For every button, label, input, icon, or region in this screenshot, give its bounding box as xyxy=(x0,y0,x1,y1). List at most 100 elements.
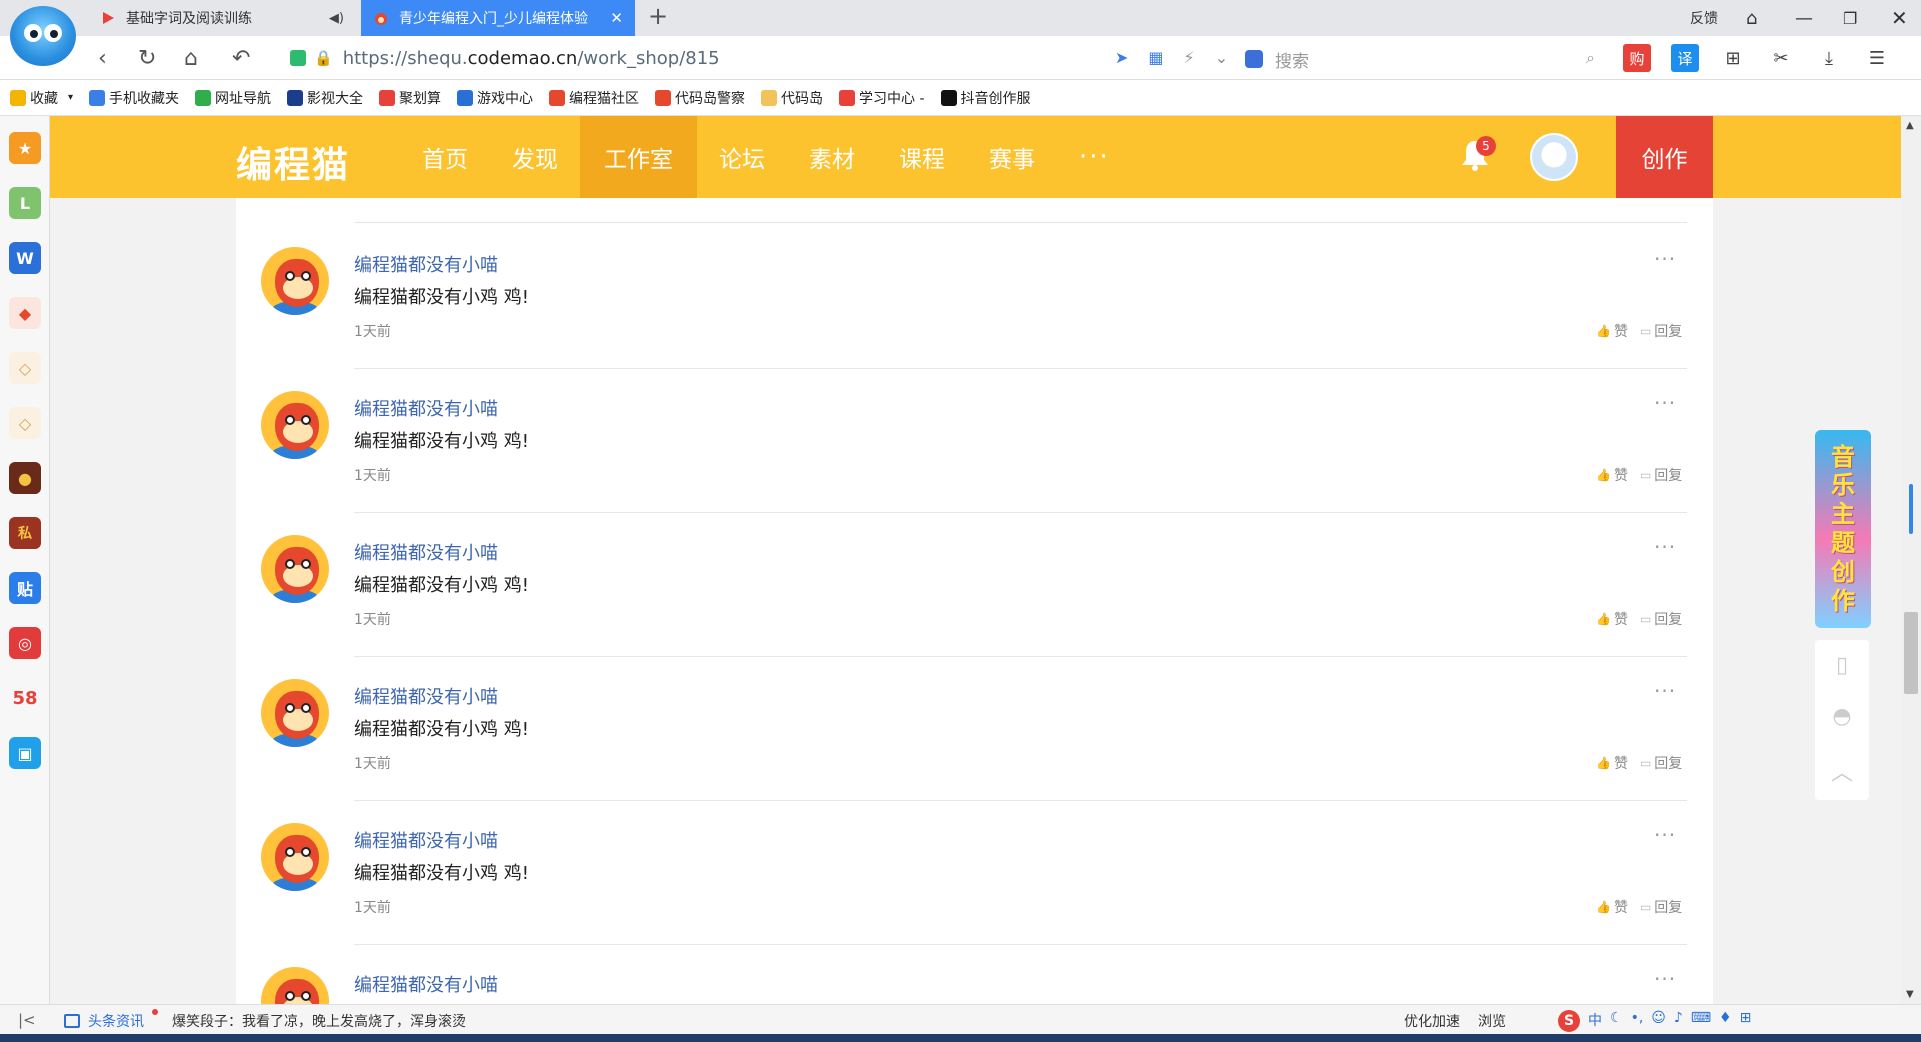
search-icon[interactable]: ⌕ xyxy=(1586,48,1595,68)
reply-button[interactable]: ▭ 回复 xyxy=(1640,465,1682,485)
more-options-icon[interactable]: ··· xyxy=(1654,247,1676,271)
history-app-icon[interactable]: L xyxy=(9,187,41,219)
bookmark-item[interactable]: 代码岛警察 xyxy=(655,88,745,108)
qrcode-icon[interactable]: ▦ xyxy=(1148,48,1163,67)
avatar[interactable] xyxy=(261,679,329,747)
nav-home[interactable]: 首页 xyxy=(400,116,490,198)
ime-mode[interactable]: 中 xyxy=(1588,1010,1602,1032)
reply-button[interactable]: ▭ 回复 xyxy=(1640,753,1682,773)
tab-reading[interactable]: 基础字词及阅读训练 ◀) xyxy=(88,0,356,36)
like-button[interactable]: 👍 赞 xyxy=(1596,465,1628,485)
bookmark-item[interactable]: 游戏中心 xyxy=(457,88,533,108)
bookmark-item[interactable]: 网址导航 xyxy=(195,88,271,108)
nav-materials[interactable]: 素材 xyxy=(787,116,877,198)
tools-icon[interactable]: ⊞ xyxy=(1740,1010,1752,1032)
box-app-icon[interactable]: ◇ xyxy=(9,352,41,384)
user-avatar[interactable] xyxy=(1530,133,1578,181)
url-input[interactable]: 🔒 https://shequ. codemao.cn/work_shop/815 xyxy=(290,42,1220,74)
scissors-icon[interactable]: ✂ xyxy=(1767,44,1795,72)
bookmark-item[interactable]: 影视大全 xyxy=(287,88,363,108)
game2-app-icon[interactable]: 私 xyxy=(9,517,41,549)
music-app-icon[interactable]: ◎ xyxy=(9,627,41,659)
keyboard-icon[interactable]: ⌨ xyxy=(1691,1010,1711,1032)
punct-icon[interactable]: •, xyxy=(1631,1010,1644,1032)
favorites-app-icon[interactable]: ★ xyxy=(9,132,41,164)
feedback-link[interactable]: 反馈 xyxy=(1690,0,1718,36)
create-button[interactable]: 创作 xyxy=(1616,116,1713,198)
tab-codemao[interactable]: 青少年编程入门_少儿编程体验 ✕ xyxy=(361,0,635,36)
comment-username[interactable]: 编程猫都没有小喵 xyxy=(354,539,498,565)
bookmark-favorites[interactable]: 收藏 ▾ xyxy=(10,88,73,108)
scroll-down-icon[interactable]: ▼ xyxy=(1906,989,1914,1000)
bookmark-item[interactable]: 学习中心 - xyxy=(839,88,925,108)
bilibili-app-icon[interactable]: ▣ xyxy=(9,737,41,769)
site-logo[interactable]: 编程猫 xyxy=(236,136,350,188)
sogou-ime-icon[interactable]: S xyxy=(1558,1010,1580,1032)
shopping-button[interactable]: 购 xyxy=(1623,44,1651,72)
like-button[interactable]: 👍 赞 xyxy=(1596,609,1628,629)
close-tab-icon[interactable]: ✕ xyxy=(610,9,623,27)
translate-button[interactable]: 译 xyxy=(1671,44,1699,72)
more-options-icon[interactable]: ··· xyxy=(1654,679,1676,703)
bookmark-item[interactable]: 抖音创作服 xyxy=(940,88,1031,108)
like-button[interactable]: 👍 赞 xyxy=(1596,753,1628,773)
page-scrollbar[interactable]: ▲ ▼ xyxy=(1901,116,1921,1004)
mic-icon[interactable]: ♪ xyxy=(1674,1010,1683,1032)
like-button[interactable]: 👍 赞 xyxy=(1596,897,1628,917)
skin-icon[interactable]: ⌂ xyxy=(1746,0,1757,36)
news-ticker[interactable]: 爆笑段子：我看了凉，晚上发高烧了，浑身滚烫 xyxy=(172,1011,466,1031)
avatar[interactable] xyxy=(261,391,329,459)
mobile-icon[interactable]: ▯ xyxy=(1836,653,1848,678)
comment-username[interactable]: 编程猫都没有小喵 xyxy=(354,683,498,709)
collapse-sidebar-icon[interactable]: |< xyxy=(18,1011,36,1029)
nav-workshop[interactable]: 工作室 xyxy=(580,116,697,198)
more-options-icon[interactable]: ··· xyxy=(1654,535,1676,559)
bookmark-item[interactable]: 编程猫社区 xyxy=(549,88,639,108)
reply-button[interactable]: ▭ 回复 xyxy=(1640,897,1682,917)
avatar[interactable] xyxy=(261,967,329,1004)
refresh-icon[interactable]: ↻ xyxy=(138,46,156,71)
avatar[interactable] xyxy=(261,535,329,603)
bookmark-item[interactable]: 代码岛 xyxy=(761,88,823,108)
news-button[interactable]: 头条资讯 xyxy=(64,1011,144,1031)
new-tab-button[interactable]: + xyxy=(648,2,668,30)
word-app-icon[interactable]: W xyxy=(9,242,41,274)
music-theme-banner[interactable]: 音 乐 主 题 创 作 xyxy=(1815,430,1871,628)
speedup-button[interactable]: 优化加速 xyxy=(1404,1011,1460,1031)
bookmark-item[interactable]: 手机收藏夹 xyxy=(89,88,179,108)
close-window-button[interactable]: ✕ xyxy=(1891,0,1908,36)
nav-discover[interactable]: 发现 xyxy=(490,116,580,198)
comment-username[interactable]: 编程猫都没有小喵 xyxy=(354,971,498,997)
comment-username[interactable]: 编程猫都没有小喵 xyxy=(354,395,498,421)
speaker-icon[interactable]: ◀) xyxy=(329,11,344,26)
avatar[interactable] xyxy=(261,823,329,891)
shirt-icon[interactable]: ♦ xyxy=(1719,1010,1732,1032)
restore-button[interactable]: ❐ xyxy=(1843,0,1857,36)
nav-contests[interactable]: 赛事 xyxy=(967,116,1057,198)
apps-icon[interactable]: ⊞ xyxy=(1719,44,1747,72)
58-app-icon[interactable]: 58 xyxy=(9,682,41,714)
moon-icon[interactable]: ☾ xyxy=(1610,1010,1623,1032)
scroll-up-icon[interactable]: ▲ xyxy=(1906,120,1914,131)
qq-icon[interactable]: ◓ xyxy=(1832,704,1851,729)
back-to-top-icon[interactable]: ︿ xyxy=(1831,755,1853,787)
home-icon[interactable]: ⌂ xyxy=(184,46,198,71)
reply-button[interactable]: ▭ 回复 xyxy=(1640,609,1682,629)
rocket-icon[interactable]: ➤ xyxy=(1115,48,1128,67)
download-icon[interactable]: ⤓ xyxy=(1815,44,1843,72)
browse-button[interactable]: 浏览 xyxy=(1478,1011,1506,1031)
nav-forum[interactable]: 论坛 xyxy=(697,116,787,198)
box2-app-icon[interactable]: ◇ xyxy=(9,407,41,439)
undo-icon[interactable]: ↶ xyxy=(232,46,250,71)
comment-username[interactable]: 编程猫都没有小喵 xyxy=(354,827,498,853)
scroll-thumb[interactable] xyxy=(1904,612,1918,694)
minimize-button[interactable]: — xyxy=(1795,0,1813,36)
emoji-icon[interactable]: ☺ xyxy=(1651,1010,1666,1032)
codemao-app-icon[interactable]: ◆ xyxy=(9,297,41,329)
comment-username[interactable]: 编程猫都没有小喵 xyxy=(354,251,498,277)
reply-button[interactable]: ▭ 回复 xyxy=(1640,321,1682,341)
avatar[interactable] xyxy=(261,247,329,315)
tieba-app-icon[interactable]: 贴 xyxy=(9,572,41,604)
more-options-icon[interactable]: ··· xyxy=(1654,391,1676,415)
more-options-icon[interactable]: ··· xyxy=(1654,967,1676,991)
